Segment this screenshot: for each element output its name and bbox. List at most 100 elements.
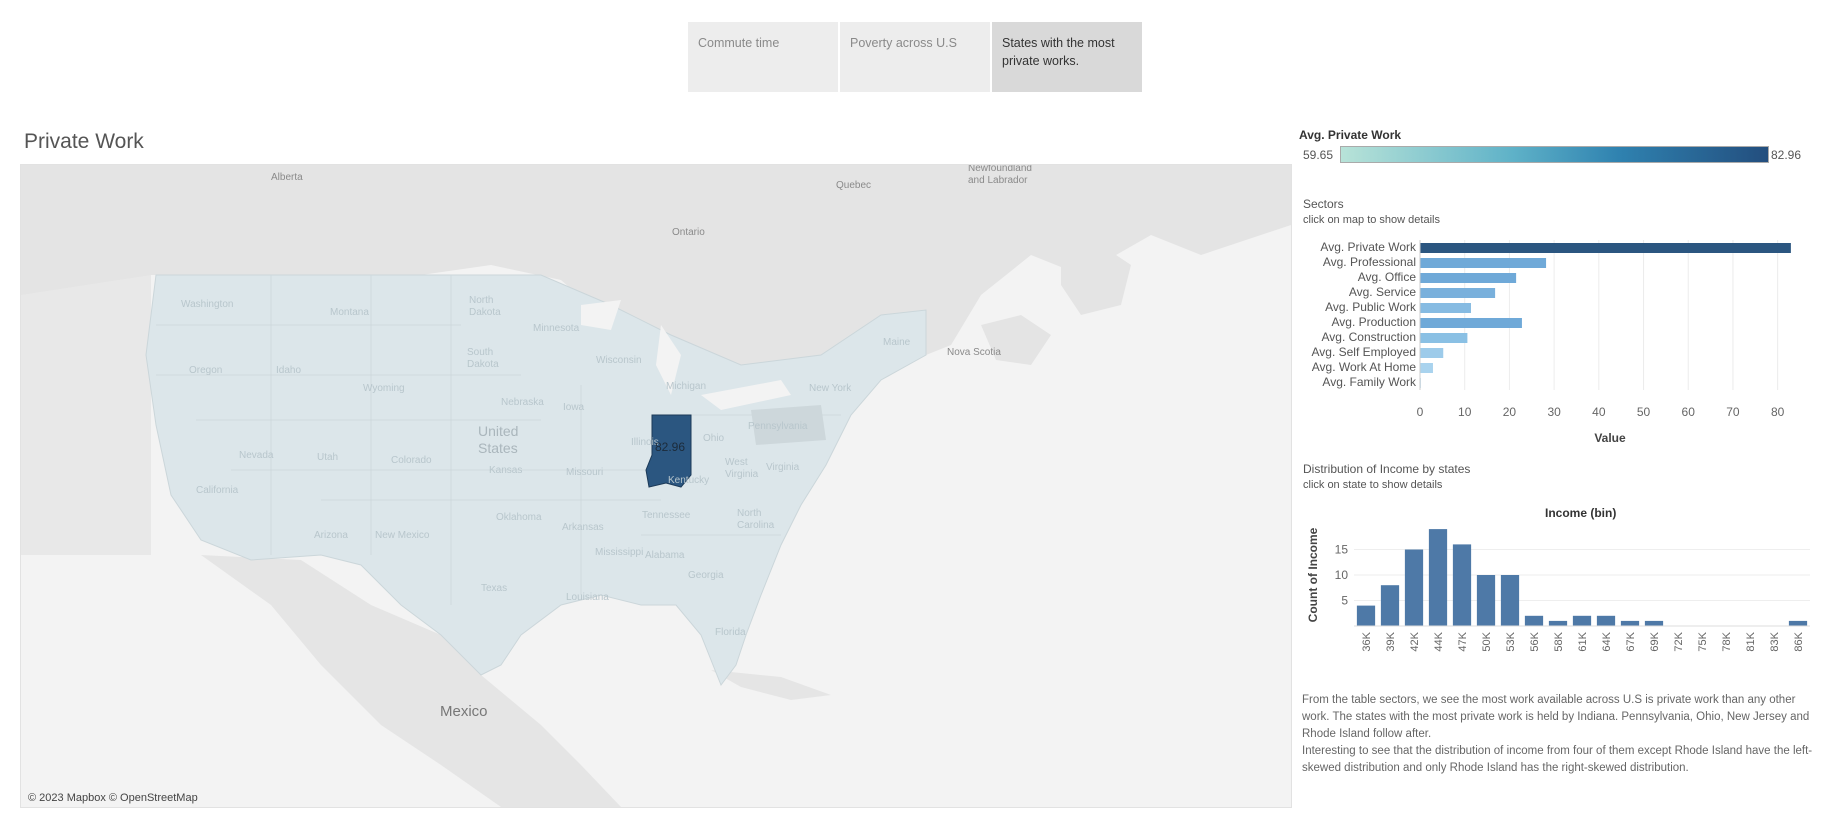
sectors-bar[interactable] bbox=[1420, 243, 1791, 253]
sectors-tick-label: 80 bbox=[1771, 405, 1785, 419]
sectors-category-label: Avg. Production bbox=[1332, 315, 1417, 329]
map-copyright[interactable]: © 2023 Mapbox © OpenStreetMap bbox=[28, 792, 198, 804]
income-x-tick-label: 72K bbox=[1673, 631, 1685, 651]
sectors-tick-label: 70 bbox=[1726, 405, 1740, 419]
income-y-tick-label: 5 bbox=[1341, 594, 1348, 608]
income-bar[interactable] bbox=[1476, 575, 1496, 626]
sectors-tick-label: 0 bbox=[1417, 405, 1424, 419]
sectors-subtitle: click on map to show details bbox=[1303, 214, 1440, 226]
income-x-tick-label: 50K bbox=[1481, 631, 1493, 651]
sectors-category-label: Avg. Construction bbox=[1322, 330, 1417, 344]
sectors-bar-chart[interactable]: 0 10 20 30 40 50 60 70 80Avg. Private WorkAvg. P… bbox=[1300, 236, 1810, 442]
income-x-tick-label: 58K bbox=[1553, 631, 1565, 651]
tab-private-work[interactable]: States with the most private works. bbox=[992, 22, 1142, 92]
income-y-tick-label: 10 bbox=[1335, 568, 1349, 582]
income-x-tick-label: 56K bbox=[1529, 631, 1541, 651]
state-label: North Carolina bbox=[737, 508, 775, 531]
state-label: Alabama bbox=[645, 550, 685, 561]
income-x-tick-label: 36K bbox=[1361, 631, 1373, 651]
state-label: Ohio bbox=[703, 433, 725, 444]
sectors-bar[interactable] bbox=[1420, 303, 1471, 313]
income-x-tick-label: 64K bbox=[1601, 631, 1613, 651]
sectors-tick-label: 50 bbox=[1637, 405, 1651, 419]
income-bar[interactable] bbox=[1596, 615, 1616, 626]
state-label: Kentucky bbox=[668, 475, 710, 486]
state-label: Oregon bbox=[189, 365, 223, 376]
state-label: Pennsylvania bbox=[748, 421, 808, 432]
state-label: Wyoming bbox=[363, 383, 405, 394]
note-paragraph-2: Interesting to see that the distribution… bbox=[1302, 745, 1813, 774]
indiana-value-label: 82.96 bbox=[655, 440, 686, 454]
income-bar[interactable] bbox=[1548, 620, 1568, 626]
sectors-x-axis-label: Value bbox=[1594, 431, 1626, 442]
state-label: Arizona bbox=[314, 530, 348, 541]
income-y-axis-label: Count of Income bbox=[1306, 527, 1320, 622]
sectors-bar[interactable] bbox=[1420, 318, 1522, 328]
income-x-tick-label: 83K bbox=[1769, 631, 1781, 651]
income-y-tick-label: 15 bbox=[1335, 543, 1349, 557]
state-label: New York bbox=[809, 383, 852, 394]
map-label-alberta: Alberta bbox=[271, 172, 303, 183]
dashboard-tabs: Commute time Poverty across U.S States w… bbox=[688, 22, 1142, 92]
income-bar[interactable] bbox=[1620, 620, 1640, 626]
state-label: Arkansas bbox=[562, 522, 604, 533]
income-bar[interactable] bbox=[1452, 544, 1472, 626]
income-bar[interactable] bbox=[1356, 605, 1376, 626]
income-x-tick-label: 75K bbox=[1697, 631, 1709, 651]
sectors-bar[interactable] bbox=[1420, 363, 1433, 373]
state-label: Georgia bbox=[688, 570, 724, 581]
state-label: Texas bbox=[481, 583, 508, 594]
state-label: Nevada bbox=[239, 450, 274, 461]
sectors-tick-label: 60 bbox=[1682, 405, 1696, 419]
sectors-category-label: Avg. Private Work bbox=[1320, 240, 1417, 254]
sectors-category-label: Avg. Public Work bbox=[1325, 300, 1417, 314]
tab-poverty[interactable]: Poverty across U.S bbox=[840, 22, 990, 92]
map-label-newfoundland: Newfoundland and Labrador bbox=[968, 164, 1032, 186]
income-bar[interactable] bbox=[1500, 575, 1520, 626]
sectors-category-label: Avg. Professional bbox=[1323, 255, 1416, 269]
income-subtitle: click on state to show details bbox=[1303, 479, 1443, 491]
income-x-tick-label: 81K bbox=[1745, 631, 1757, 651]
state-label: New Mexico bbox=[375, 530, 430, 541]
income-bar[interactable] bbox=[1380, 585, 1400, 626]
income-bar[interactable] bbox=[1428, 529, 1448, 626]
income-x-tick-label: 69K bbox=[1649, 631, 1661, 651]
sectors-bar[interactable] bbox=[1420, 348, 1444, 358]
income-bar[interactable] bbox=[1404, 549, 1424, 627]
map-label-ontario: Ontario bbox=[672, 227, 705, 238]
sectors-title: Sectors bbox=[1303, 197, 1344, 211]
sectors-bar[interactable] bbox=[1420, 273, 1517, 283]
choropleth-map[interactable]: Alberta Quebec Newfoundland and Labrador… bbox=[20, 164, 1292, 808]
state-label: Utah bbox=[317, 452, 339, 463]
income-bar[interactable] bbox=[1572, 615, 1592, 626]
income-bar[interactable] bbox=[1524, 615, 1544, 626]
income-x-tick-label: 53K bbox=[1505, 631, 1517, 651]
sectors-category-label: Avg. Service bbox=[1349, 285, 1416, 299]
income-bar[interactable] bbox=[1644, 620, 1664, 626]
state-label: Wisconsin bbox=[596, 355, 642, 366]
income-histogram[interactable]: 5 10 15 36K 39K 42K 44K 47K 50K 53K 56K 58K 61K 64K 67… bbox=[1300, 520, 1810, 655]
income-x-tick-label: 44K bbox=[1433, 631, 1445, 651]
sectors-category-label: Avg. Family Work bbox=[1322, 375, 1417, 389]
state-label: Missouri bbox=[566, 467, 604, 478]
income-title: Distribution of Income by states bbox=[1303, 462, 1471, 476]
sectors-bar[interactable] bbox=[1420, 333, 1468, 343]
sectors-bar[interactable] bbox=[1420, 258, 1547, 268]
sectors-tick-label: 40 bbox=[1592, 405, 1606, 419]
income-x-tick-label: 39K bbox=[1385, 631, 1397, 651]
state-label: Virginia bbox=[766, 462, 800, 473]
income-bar[interactable] bbox=[1788, 620, 1808, 626]
income-chart-title: Income (bin) bbox=[1545, 506, 1617, 520]
map-label-united-states: United States bbox=[478, 423, 519, 456]
tab-commute-time[interactable]: Commute time bbox=[688, 22, 838, 92]
legend-title: Avg. Private Work bbox=[1299, 128, 1402, 142]
state-label: Kansas bbox=[489, 465, 523, 476]
state-label: Nebraska bbox=[501, 397, 544, 408]
state-label: Mississippi bbox=[595, 547, 644, 558]
map-label-quebec: Quebec bbox=[836, 180, 872, 191]
legend-color-ramp bbox=[1340, 146, 1769, 163]
state-label: Montana bbox=[330, 307, 369, 318]
sectors-bar[interactable] bbox=[1420, 288, 1496, 298]
sectors-tick-label: 10 bbox=[1458, 405, 1472, 419]
income-x-tick-label: 86K bbox=[1793, 631, 1805, 651]
